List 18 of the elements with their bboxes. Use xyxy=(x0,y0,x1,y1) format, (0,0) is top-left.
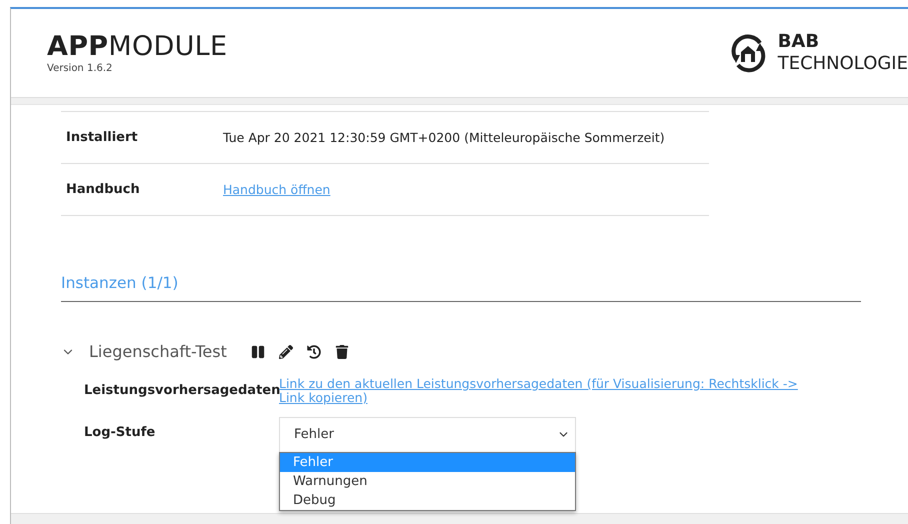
version-label: Version 1.6.2 xyxy=(47,62,114,74)
log-level-select[interactable]: Fehler xyxy=(279,416,576,452)
dropdown-option[interactable]: Debug xyxy=(280,490,575,510)
pencil-icon[interactable] xyxy=(278,344,293,358)
row-label: Handbuch xyxy=(65,182,141,197)
logo-text: BAB xyxy=(778,31,820,53)
pause-icon[interactable] xyxy=(250,344,265,358)
logo-text: TECHNOLOGIE xyxy=(778,53,908,75)
field-label: Leistungsvorhersagedaten xyxy=(84,383,279,398)
instance-name: Liegenschaft-Test xyxy=(89,342,227,361)
trash-icon[interactable] xyxy=(334,344,349,358)
field-label: Log-Stufe xyxy=(84,424,156,440)
row-label: Installiert xyxy=(65,130,139,145)
dropdown-option[interactable]: Warnungen xyxy=(280,472,575,490)
section-heading: Instanzen (1/1) xyxy=(61,216,861,302)
history-icon[interactable] xyxy=(306,344,321,358)
row-value: Tue Apr 20 2021 12:30:59 GMT+0200 (Mitteleuropäische Sommerzeit) xyxy=(223,130,665,145)
app-title: APPMODULE xyxy=(47,32,228,60)
